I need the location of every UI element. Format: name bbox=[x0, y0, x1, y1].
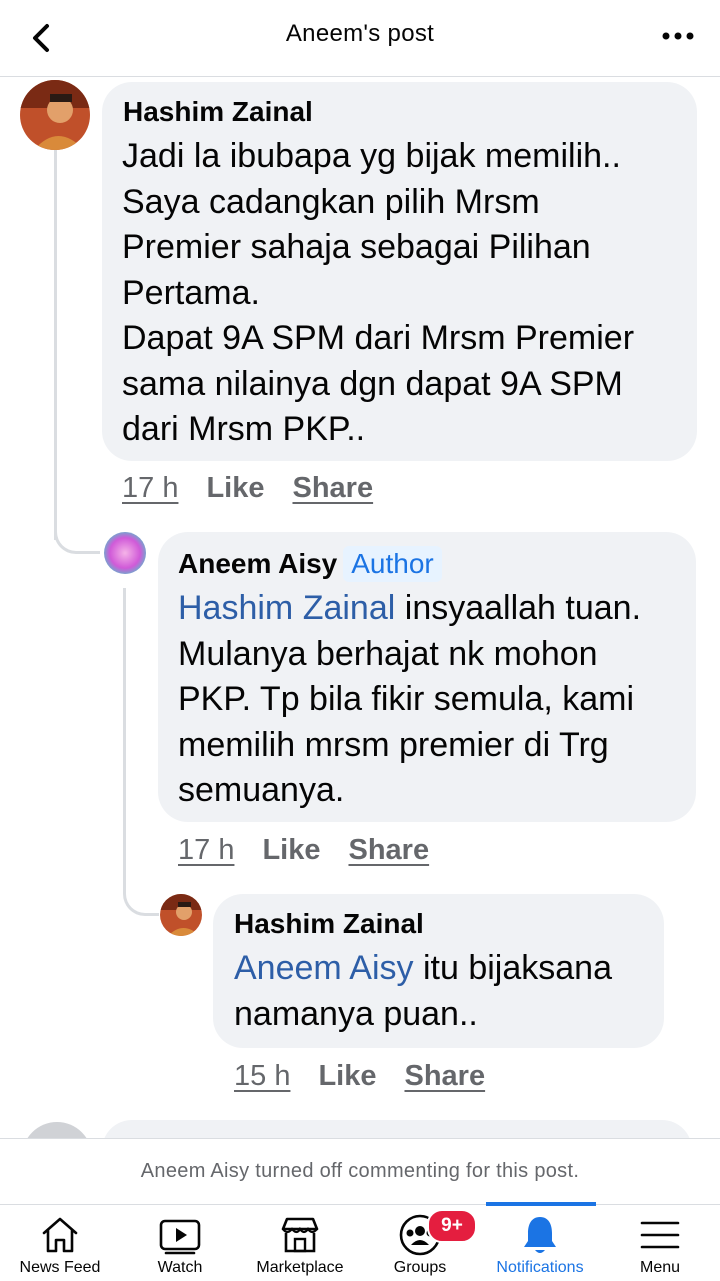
thread-line-curve bbox=[54, 510, 100, 554]
comment-bubble: Hashim Zainal Aneem Aisy itu bijaksana n… bbox=[213, 894, 664, 1048]
groups-badge: 9+ bbox=[427, 1209, 477, 1243]
share-button[interactable]: Share bbox=[348, 834, 429, 866]
comment-line: Mulanya berhajat nk mohon bbox=[178, 634, 598, 673]
comment-actions: 17 h Like Share bbox=[122, 472, 401, 505]
like-button[interactable]: Like bbox=[318, 1060, 376, 1092]
comment-line: PKP. Tp bila fikir semula, kami bbox=[178, 680, 635, 718]
comment-line: Jadi la ibubapa yg bijak memilih.. bbox=[122, 137, 621, 175]
comment-line: Dapat 9A SPM dari Mrsm Premier bbox=[122, 319, 635, 357]
timestamp-link[interactable]: 15 h bbox=[234, 1060, 290, 1092]
comment-line: semuanya. bbox=[178, 771, 345, 809]
home-icon bbox=[42, 1217, 78, 1253]
comment-bubble: Aneem Aisy Author Hashim Zainal insyaalla… bbox=[158, 532, 696, 822]
tab-watch[interactable]: Watch bbox=[120, 1205, 240, 1281]
comment-line: Premier sahaja sebagai Pilihan bbox=[122, 228, 591, 266]
comment-line: Saya cadangkan pilih Mrsm bbox=[122, 182, 540, 221]
active-tab-indicator bbox=[486, 1202, 596, 1206]
timestamp-link[interactable]: 17 h bbox=[178, 834, 234, 866]
mention-link[interactable]: Aneem Aisy bbox=[234, 949, 414, 987]
avatar-photo-icon bbox=[160, 894, 202, 936]
comment-line: sama nilainya dgn dapat 9A SPM bbox=[122, 364, 623, 403]
menu-icon bbox=[640, 1221, 680, 1249]
thread-line bbox=[123, 588, 126, 868]
more-options-icon[interactable] bbox=[660, 26, 696, 46]
comment-line: Aneem Aisy itu bijaksana bbox=[234, 946, 612, 992]
comment-text: Aneem Aisy itu bijaksana namanya puan.. bbox=[234, 946, 612, 1037]
avatar[interactable] bbox=[20, 80, 90, 150]
author-badge: Author bbox=[343, 546, 442, 582]
comment-line-text: insyaallah tuan. bbox=[395, 589, 642, 627]
tab-label: Menu bbox=[639, 1259, 681, 1276]
comment-text: Jadi la ibubapa yg bijak memilih.. Saya … bbox=[122, 134, 634, 453]
comment-line: dari Mrsm PKP.. bbox=[122, 410, 366, 448]
bottom-tab-bar: News Feed Watch Marketplace Groups Notif… bbox=[0, 1204, 720, 1281]
avatar[interactable] bbox=[160, 894, 202, 936]
tab-label: Marketplace bbox=[256, 1259, 344, 1276]
comment-actions: 17 h Like Share bbox=[178, 834, 457, 867]
thread-line-curve bbox=[123, 868, 159, 916]
page-title: Aneem's post bbox=[285, 20, 435, 47]
tab-notifications[interactable]: Notifications bbox=[480, 1205, 600, 1281]
comment-actions: 15 h Like Share bbox=[234, 1060, 513, 1093]
comment-text: Hashim Zainal insyaallah tuan. Mulanya b… bbox=[178, 586, 641, 814]
tab-menu[interactable]: Menu bbox=[600, 1205, 720, 1281]
share-button[interactable]: Share bbox=[292, 472, 373, 504]
tab-marketplace[interactable]: Marketplace bbox=[240, 1205, 360, 1281]
comment-author-row: Aneem Aisy Author bbox=[178, 546, 442, 582]
comment-line-text: itu bijaksana bbox=[413, 949, 612, 987]
tab-label: Groups bbox=[393, 1259, 447, 1276]
avatar[interactable] bbox=[104, 532, 146, 574]
avatar-photo-icon bbox=[104, 532, 146, 574]
mention-link[interactable]: Hashim Zainal bbox=[178, 589, 395, 627]
top-bar: Aneem's post bbox=[0, 0, 720, 77]
bell-icon bbox=[524, 1217, 556, 1253]
comment-bubble: Hashim Zainal Jadi la ibubapa yg bijak m… bbox=[102, 82, 697, 461]
timestamp-link[interactable]: 17 h bbox=[122, 472, 178, 504]
comment-author[interactable]: Hashim Zainal bbox=[123, 96, 313, 128]
comment-line: Hashim Zainal insyaallah tuan. bbox=[178, 586, 641, 632]
tab-label: News Feed bbox=[19, 1259, 101, 1276]
comment-line: namanya puan.. bbox=[234, 994, 478, 1033]
marketplace-icon bbox=[281, 1217, 319, 1253]
watch-icon bbox=[159, 1219, 201, 1255]
comment-line: Pertama. bbox=[122, 273, 260, 312]
thread-line bbox=[54, 150, 57, 540]
share-button[interactable]: Share bbox=[404, 1060, 485, 1092]
like-button[interactable]: Like bbox=[206, 472, 264, 504]
like-button[interactable]: Like bbox=[262, 834, 320, 866]
commenting-off-notice: Aneem Aisy turned off commenting for thi… bbox=[0, 1138, 720, 1205]
avatar-photo-icon bbox=[20, 80, 90, 150]
tab-news-feed[interactable]: News Feed bbox=[0, 1205, 120, 1281]
comment-author[interactable]: Hashim Zainal bbox=[234, 908, 424, 940]
comment-line: memilih mrsm premier di Trg bbox=[178, 725, 609, 764]
comment-author[interactable]: Aneem Aisy bbox=[178, 548, 337, 579]
tab-label: Watch bbox=[157, 1259, 203, 1276]
tab-label: Notifications bbox=[496, 1259, 584, 1276]
